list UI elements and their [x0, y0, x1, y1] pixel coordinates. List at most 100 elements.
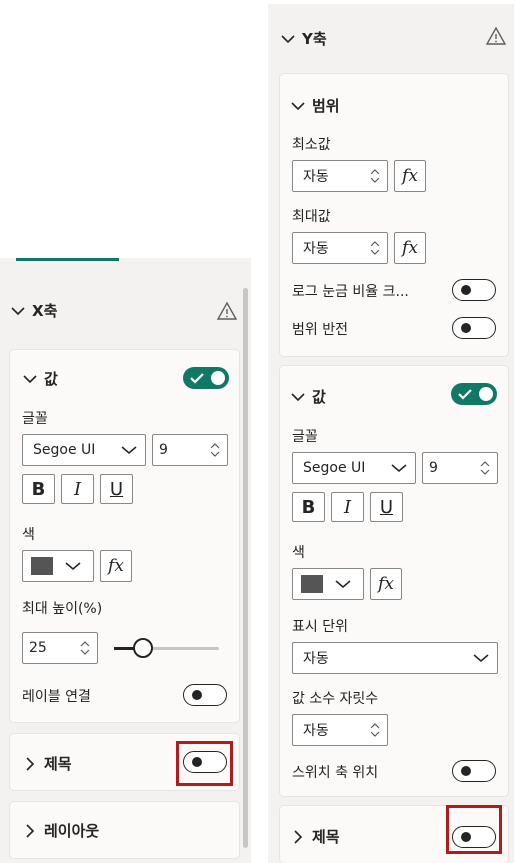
color-swatch	[31, 557, 53, 575]
chevron-right-icon	[26, 823, 35, 838]
toggle-knob	[461, 285, 471, 295]
switch-axis-toggle[interactable]	[452, 760, 496, 782]
max-fx-button[interactable]: fx	[394, 232, 426, 264]
log-scale-toggle[interactable]	[452, 279, 496, 301]
checkmark-icon	[190, 373, 204, 384]
y-axis-pane: Y축 범위 최소값 자동 fx 최대값 자동 fx 로그 눈금 비율 크...	[268, 4, 514, 863]
spinner-arrows-icon[interactable]	[477, 453, 493, 483]
display-units-label: 표시 단위	[292, 619, 348, 635]
y-axis-section-header[interactable]: Y축	[280, 28, 327, 49]
highlight-box	[446, 805, 502, 854]
chevron-down-icon	[473, 654, 489, 662]
italic-button[interactable]: I	[331, 492, 364, 522]
chevron-down-icon	[121, 446, 137, 454]
min-value: 자동	[303, 169, 329, 185]
decimal-places-value: 자동	[303, 723, 329, 739]
warning-icon[interactable]	[485, 26, 507, 46]
max-value-input[interactable]: 자동	[292, 232, 388, 264]
min-value-input[interactable]: 자동	[292, 160, 388, 192]
toggle-knob	[211, 371, 225, 385]
display-units-value: 자동	[303, 651, 329, 667]
underline-button[interactable]: U	[370, 492, 403, 522]
font-family-dropdown[interactable]: Segoe UI	[292, 452, 416, 484]
y-axis-title: Y축	[302, 30, 327, 48]
chevron-down-icon	[335, 580, 351, 588]
label-concat-label: 레이블 연결	[22, 689, 91, 705]
font-family-value: Segoe UI	[33, 442, 96, 458]
toggle-knob	[479, 387, 493, 401]
checkmark-icon	[458, 389, 472, 400]
chevron-down-icon	[65, 562, 81, 570]
font-family-value: Segoe UI	[303, 460, 366, 476]
chevron-down-icon	[23, 374, 37, 383]
chevron-down-icon	[291, 101, 305, 110]
x-layout-card-header[interactable]: 레이아웃	[22, 820, 99, 841]
color-picker[interactable]	[22, 550, 94, 582]
max-height-label: 최대 높이(%)	[22, 601, 103, 617]
font-size-stepper[interactable]: 9	[152, 434, 228, 466]
toggle-knob	[192, 690, 202, 700]
min-fx-button[interactable]: fx	[394, 160, 426, 192]
scrollbar[interactable]	[243, 288, 248, 848]
x-value-card-header[interactable]: 값	[22, 368, 58, 389]
spinner-arrows-icon[interactable]	[367, 715, 383, 745]
fx-button[interactable]: fx	[100, 550, 132, 582]
chevron-down-icon	[281, 34, 295, 43]
invert-range-toggle[interactable]	[452, 317, 496, 339]
font-size-value: 9	[429, 460, 438, 476]
underline-button[interactable]: U	[100, 474, 133, 504]
range-card-header[interactable]: 범위	[290, 95, 340, 116]
max-label: 최대값	[292, 209, 331, 225]
switch-axis-label: 스위치 축 위치	[292, 765, 379, 781]
chevron-down-icon	[11, 306, 25, 315]
font-size-value: 9	[159, 442, 168, 458]
chevron-down-icon	[391, 464, 407, 472]
label-concat-toggle[interactable]	[183, 684, 227, 706]
font-size-stepper[interactable]: 9	[422, 452, 498, 484]
x-value-toggle[interactable]	[183, 367, 229, 389]
toggle-knob	[461, 766, 471, 776]
color-label: 색	[292, 545, 305, 561]
font-label: 글꼴	[22, 411, 48, 427]
x-value-card-title: 값	[44, 370, 58, 388]
max-value: 자동	[303, 241, 329, 257]
spinner-arrows-icon[interactable]	[207, 435, 223, 465]
fx-button[interactable]: fx	[370, 568, 402, 600]
warning-icon[interactable]	[216, 301, 238, 321]
y-title-card-label: 제목	[312, 828, 340, 846]
bold-button[interactable]: B	[22, 474, 55, 504]
highlight-box	[176, 741, 233, 786]
spinner-arrows-icon[interactable]	[367, 161, 383, 191]
x-title-card-header[interactable]: 제목	[22, 753, 72, 774]
x-axis-section-header[interactable]: X축	[10, 300, 57, 321]
min-label: 최소값	[292, 137, 331, 153]
italic-button[interactable]: I	[61, 474, 94, 504]
chevron-down-icon	[291, 392, 305, 401]
toggle-knob	[461, 323, 471, 333]
range-card-title: 범위	[312, 97, 340, 115]
max-height-stepper[interactable]: 25	[22, 632, 98, 664]
decimal-places-input[interactable]: 자동	[292, 714, 388, 746]
max-height-value: 25	[29, 640, 47, 656]
y-title-card-header[interactable]: 제목	[290, 826, 340, 847]
spinner-arrows-icon[interactable]	[77, 633, 93, 663]
font-label: 글꼴	[292, 429, 318, 445]
font-family-dropdown[interactable]: Segoe UI	[22, 434, 146, 466]
x-layout-card: 레이아웃	[10, 802, 239, 858]
spinner-arrows-icon[interactable]	[367, 233, 383, 263]
display-units-dropdown[interactable]: 자동	[292, 642, 498, 674]
bold-button[interactable]: B	[292, 492, 325, 522]
chevron-right-icon	[294, 829, 303, 844]
log-scale-label: 로그 눈금 비율 크...	[292, 284, 409, 300]
range-card: 범위 최소값 자동 fx 최대값 자동 fx 로그 눈금 비율 크... 범위 …	[280, 74, 508, 356]
chevron-right-icon	[26, 756, 35, 771]
y-value-card: 값 글꼴 Segoe UI 9 B I U 색 fx 표시 단위 자동 값 소수…	[280, 366, 508, 796]
y-value-card-header[interactable]: 값	[290, 386, 326, 407]
tab-indicator	[16, 258, 119, 261]
y-value-toggle[interactable]	[451, 383, 497, 405]
color-label: 색	[22, 527, 35, 543]
slider-thumb[interactable]	[133, 638, 154, 658]
color-picker[interactable]	[292, 568, 364, 600]
y-value-card-title: 값	[312, 388, 326, 406]
x-title-card-label: 제목	[44, 755, 72, 773]
